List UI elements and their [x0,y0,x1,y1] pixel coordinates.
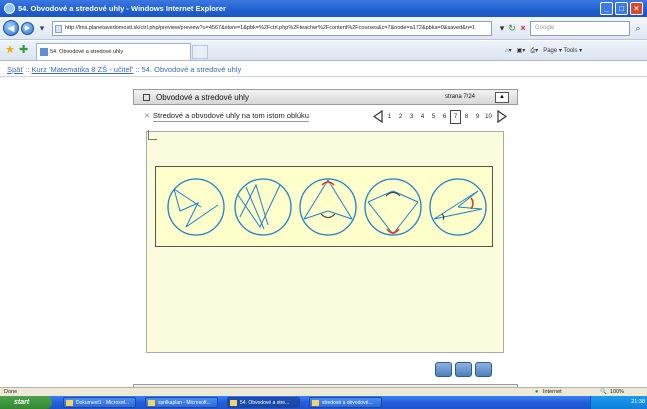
folder-icon [312,400,319,406]
browser-tab[interactable]: 54. Obvodové a stredové uhly [36,43,191,60]
favorites-star-icon[interactable]: ★ [5,44,15,57]
prev-page-arrow-icon[interactable] [373,110,383,123]
page-icon [55,25,62,33]
word-icon [148,400,155,406]
forward-button[interactable]: ▶ [21,22,34,35]
lesson-subheader: ✕ Stredové a obvodové uhly na tom istom … [133,106,518,128]
taskbar-item[interactable]: stredové a obvodové... [309,397,382,408]
maximize-button[interactable]: □ [615,2,628,15]
ie-icon [230,400,237,406]
clock: 21:38 [631,399,645,405]
topic-title: Stredové a obvodové uhly na tom istom ob… [153,111,309,122]
tool-button-3[interactable] [475,362,492,377]
close-button[interactable]: × [630,2,643,15]
page-number-link[interactable]: 1 [384,111,395,123]
search-input[interactable]: Google [530,21,630,36]
search-icon[interactable]: ⌕ [632,22,644,34]
taskbar-item[interactable]: Dokument1 - Microsof... [63,397,136,408]
ie-logo-icon [4,3,15,14]
page-number-link[interactable]: 10 [483,111,494,123]
circle-figure-1 [167,178,225,236]
breadcrumb-separator: :: [23,65,32,74]
page-number-link[interactable]: 5 [428,111,439,123]
address-bar[interactable]: http://lms.planetavedomosti.sk/ctrl.php/… [52,21,492,36]
print-icon[interactable]: ⎙▾ [530,48,538,54]
page-number-link[interactable]: 3 [406,111,417,123]
tool-button-2[interactable] [455,362,472,377]
history-dropdown-icon[interactable]: ▾ [36,22,48,34]
minimize-button[interactable]: _ [600,2,613,15]
page-number-list: 1 2 3 4 5 6 7 8 9 10 [384,110,494,124]
tab-row: ★ ✚ 54. Obvodové a stredové uhly ⌂▾ ▣▾ ⎙… [0,41,647,61]
page-number-link[interactable]: 6 [439,111,450,123]
taskbar-item[interactable]: sprilkaplan - Microsoft... [145,397,218,408]
close-topic-icon[interactable]: ✕ [144,112,150,120]
address-row: ◀ ▶ ▾ http://lms.planetavedomosti.sk/ctr… [0,17,647,40]
breadcrumb-separator: :: [133,65,142,74]
status-bar: Done ● Internet 🔍 100% [0,387,647,396]
lesson-window: Obvodové a stredové uhly strana 7/24 ▲ ✕… [133,89,518,404]
back-button[interactable]: ◀ [3,20,19,36]
breadcrumb-back-link[interactable]: Späť [7,65,23,74]
taskbar: start Dokument1 - Microsof... sprilkapla… [0,396,647,409]
figure-box [155,166,493,247]
word-icon [66,400,73,406]
circle-figure-2 [234,178,292,236]
taskbar-item-label: sprilkaplan - Microsoft... [158,400,211,406]
lesson-header: Obvodové a stredové uhly strana 7/24 ▲ [133,89,518,105]
page-number-link[interactable]: 9 [472,111,483,123]
page-content: Späť :: Kurz 'Matematika 8 ZŠ - učiteľ' … [0,62,647,404]
page-tools-menu[interactable]: Page ▾ Tools ▾ [543,48,582,54]
lesson-menu-icon[interactable] [143,94,150,101]
start-button[interactable]: start [0,396,52,409]
tab-label: 54. Obvodové a stredové uhly [50,49,124,55]
circle-figure-3 [299,178,357,236]
breadcrumb-course-link[interactable]: Kurz 'Matematika 8 ZŠ - učiteľ' [32,65,134,74]
page-indicator: strana 7/24 [445,94,476,100]
command-bar: ⌂▾ ▣▾ ⎙▾ Page ▾ Tools ▾ [505,45,582,57]
tab-favicon [40,48,48,56]
breadcrumb: Späť :: Kurz 'Matematika 8 ZŠ - učiteľ' … [7,65,241,74]
taskbar-item-label: Dokument1 - Microsof... [76,400,130,406]
circle-figure-4 [364,178,422,236]
system-tray: 21:38 [590,396,647,409]
page-number-link[interactable]: 7 [450,110,461,124]
taskbar-item-active[interactable]: 54. Obvodové a stre... [227,397,300,408]
feeds-icon[interactable]: ▣▾ [517,48,526,54]
stop-icon[interactable]: × [517,22,529,34]
corner-marker [148,130,157,140]
new-tab-button[interactable] [192,45,208,59]
breadcrumb-current: 54. Obvodové a stredové uhly [141,65,242,74]
taskbar-item-label: 54. Obvodové a stre... [240,400,290,406]
page-number-link[interactable]: 4 [417,111,428,123]
window-title-bar: 54. Obvodové a stredové uhly - Windows I… [0,0,647,17]
collapse-up-button[interactable]: ▲ [495,92,509,103]
circle-figure-5 [429,178,487,236]
divider [0,76,647,77]
circle-figures [167,178,487,236]
address-text: http://lms.planetavedomosti.sk/ctrl.php/… [65,25,476,31]
page-number-link[interactable]: 2 [395,111,406,123]
lesson-title: Obvodové a stredové uhly [156,93,249,102]
window-title: 54. Obvodové a stredové uhly - Windows I… [18,4,226,13]
start-label: start [14,399,30,406]
next-page-arrow-icon[interactable] [497,110,507,123]
add-favorite-icon[interactable]: ✚ [19,44,28,57]
taskbar-item-label: stredové a obvodové... [322,400,373,406]
lesson-canvas [146,130,504,353]
home-icon[interactable]: ⌂▾ [505,48,512,54]
page-number-link[interactable]: 8 [461,111,472,123]
search-placeholder: Google [535,25,555,31]
tool-button-1[interactable] [435,362,452,377]
